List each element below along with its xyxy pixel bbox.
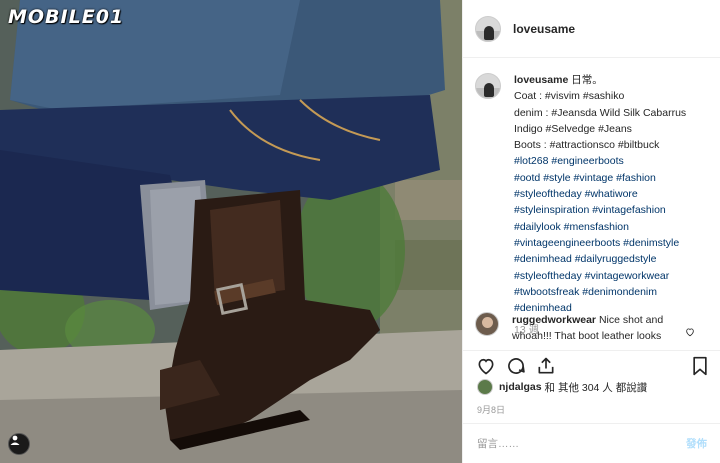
likes-summary: njdalgas 和 其他 304 人 都說讚 [477,379,647,395]
liker-username[interactable]: njdalgas [499,381,542,393]
action-bar [463,350,720,378]
add-comment-bar: 發佈 [463,423,720,463]
caption-hashtags[interactable]: #styleoftheday #whatiwore [514,186,714,202]
caption-hashtags[interactable]: #styleoftheday #vintageworkwear [514,268,714,284]
caption-avatar[interactable] [475,73,501,99]
post-comment-button[interactable]: 發佈 [686,436,707,451]
post-photo[interactable]: MOBILE01 [0,0,462,463]
caption: loveusame 日常。 Coat : #visvim #sashiko de… [475,72,714,339]
caption-line: Coat : #visvim #sashiko [514,90,625,103]
comment-text: ruggedworkwear Nice shot and whoah!!! Th… [512,312,692,344]
post-date[interactable]: 9月8日 [477,403,505,416]
heart-icon[interactable] [475,355,497,377]
caption-text: 日常。 [571,74,603,86]
post-header: loveusame [463,0,720,58]
commenter-avatar[interactable] [475,312,499,336]
liker-avatar[interactable] [477,379,493,395]
caption-hashtags[interactable]: #lot268 #engineerboots [514,153,714,169]
comment-item: ruggedworkwear Nice shot and whoah!!! Th… [475,312,713,344]
share-icon[interactable] [535,355,557,377]
user-tag-icon[interactable] [8,433,30,455]
post-sidebar: loveusame loveusame 日常。 Coat : #visvim #… [462,0,720,463]
caption-username[interactable]: loveusame [514,74,568,86]
caption-hashtags[interactable]: #ootd #style #vintage #fashion [514,170,714,186]
header-username[interactable]: loveusame [513,22,575,36]
caption-hashtags[interactable]: #dailylook #mensfashion [514,219,714,235]
comment-like-heart-icon[interactable] [685,324,695,342]
header-avatar[interactable] [475,15,501,42]
caption-hashtags[interactable]: #denimhead #dailyruggedstyle [514,251,714,267]
caption-hashtags[interactable]: #twbootsfreak #denimondenim [514,284,714,300]
likes-count-text[interactable]: 和 其他 304 人 都說讚 [545,380,648,395]
caption-line: loveusame 日常。 [514,72,714,88]
boot-photo-illustration [0,0,462,463]
comment-icon[interactable] [505,355,527,377]
commenter-username[interactable]: ruggedworkwear [512,314,596,326]
caption-body: loveusame 日常。 Coat : #visvim #sashiko de… [514,72,714,339]
comment-input[interactable] [477,437,657,450]
comments-area: loveusame 日常。 Coat : #visvim #sashiko de… [463,58,720,350]
caption-line: Boots : #attractionsco #biltbuck [514,139,660,152]
caption-hashtags[interactable]: #vintageengineerboots #denimstyle [514,235,714,251]
caption-hashtags[interactable]: #styleinspiration #vintagefashion [514,202,714,218]
caption-line: Indigo #Selvedge #Jeans [514,122,632,135]
watermark-logo: MOBILE01 [8,6,125,28]
bookmark-icon[interactable] [689,355,711,377]
caption-line: denim : #Jeansda Wild Silk Cabarrus [514,106,687,119]
